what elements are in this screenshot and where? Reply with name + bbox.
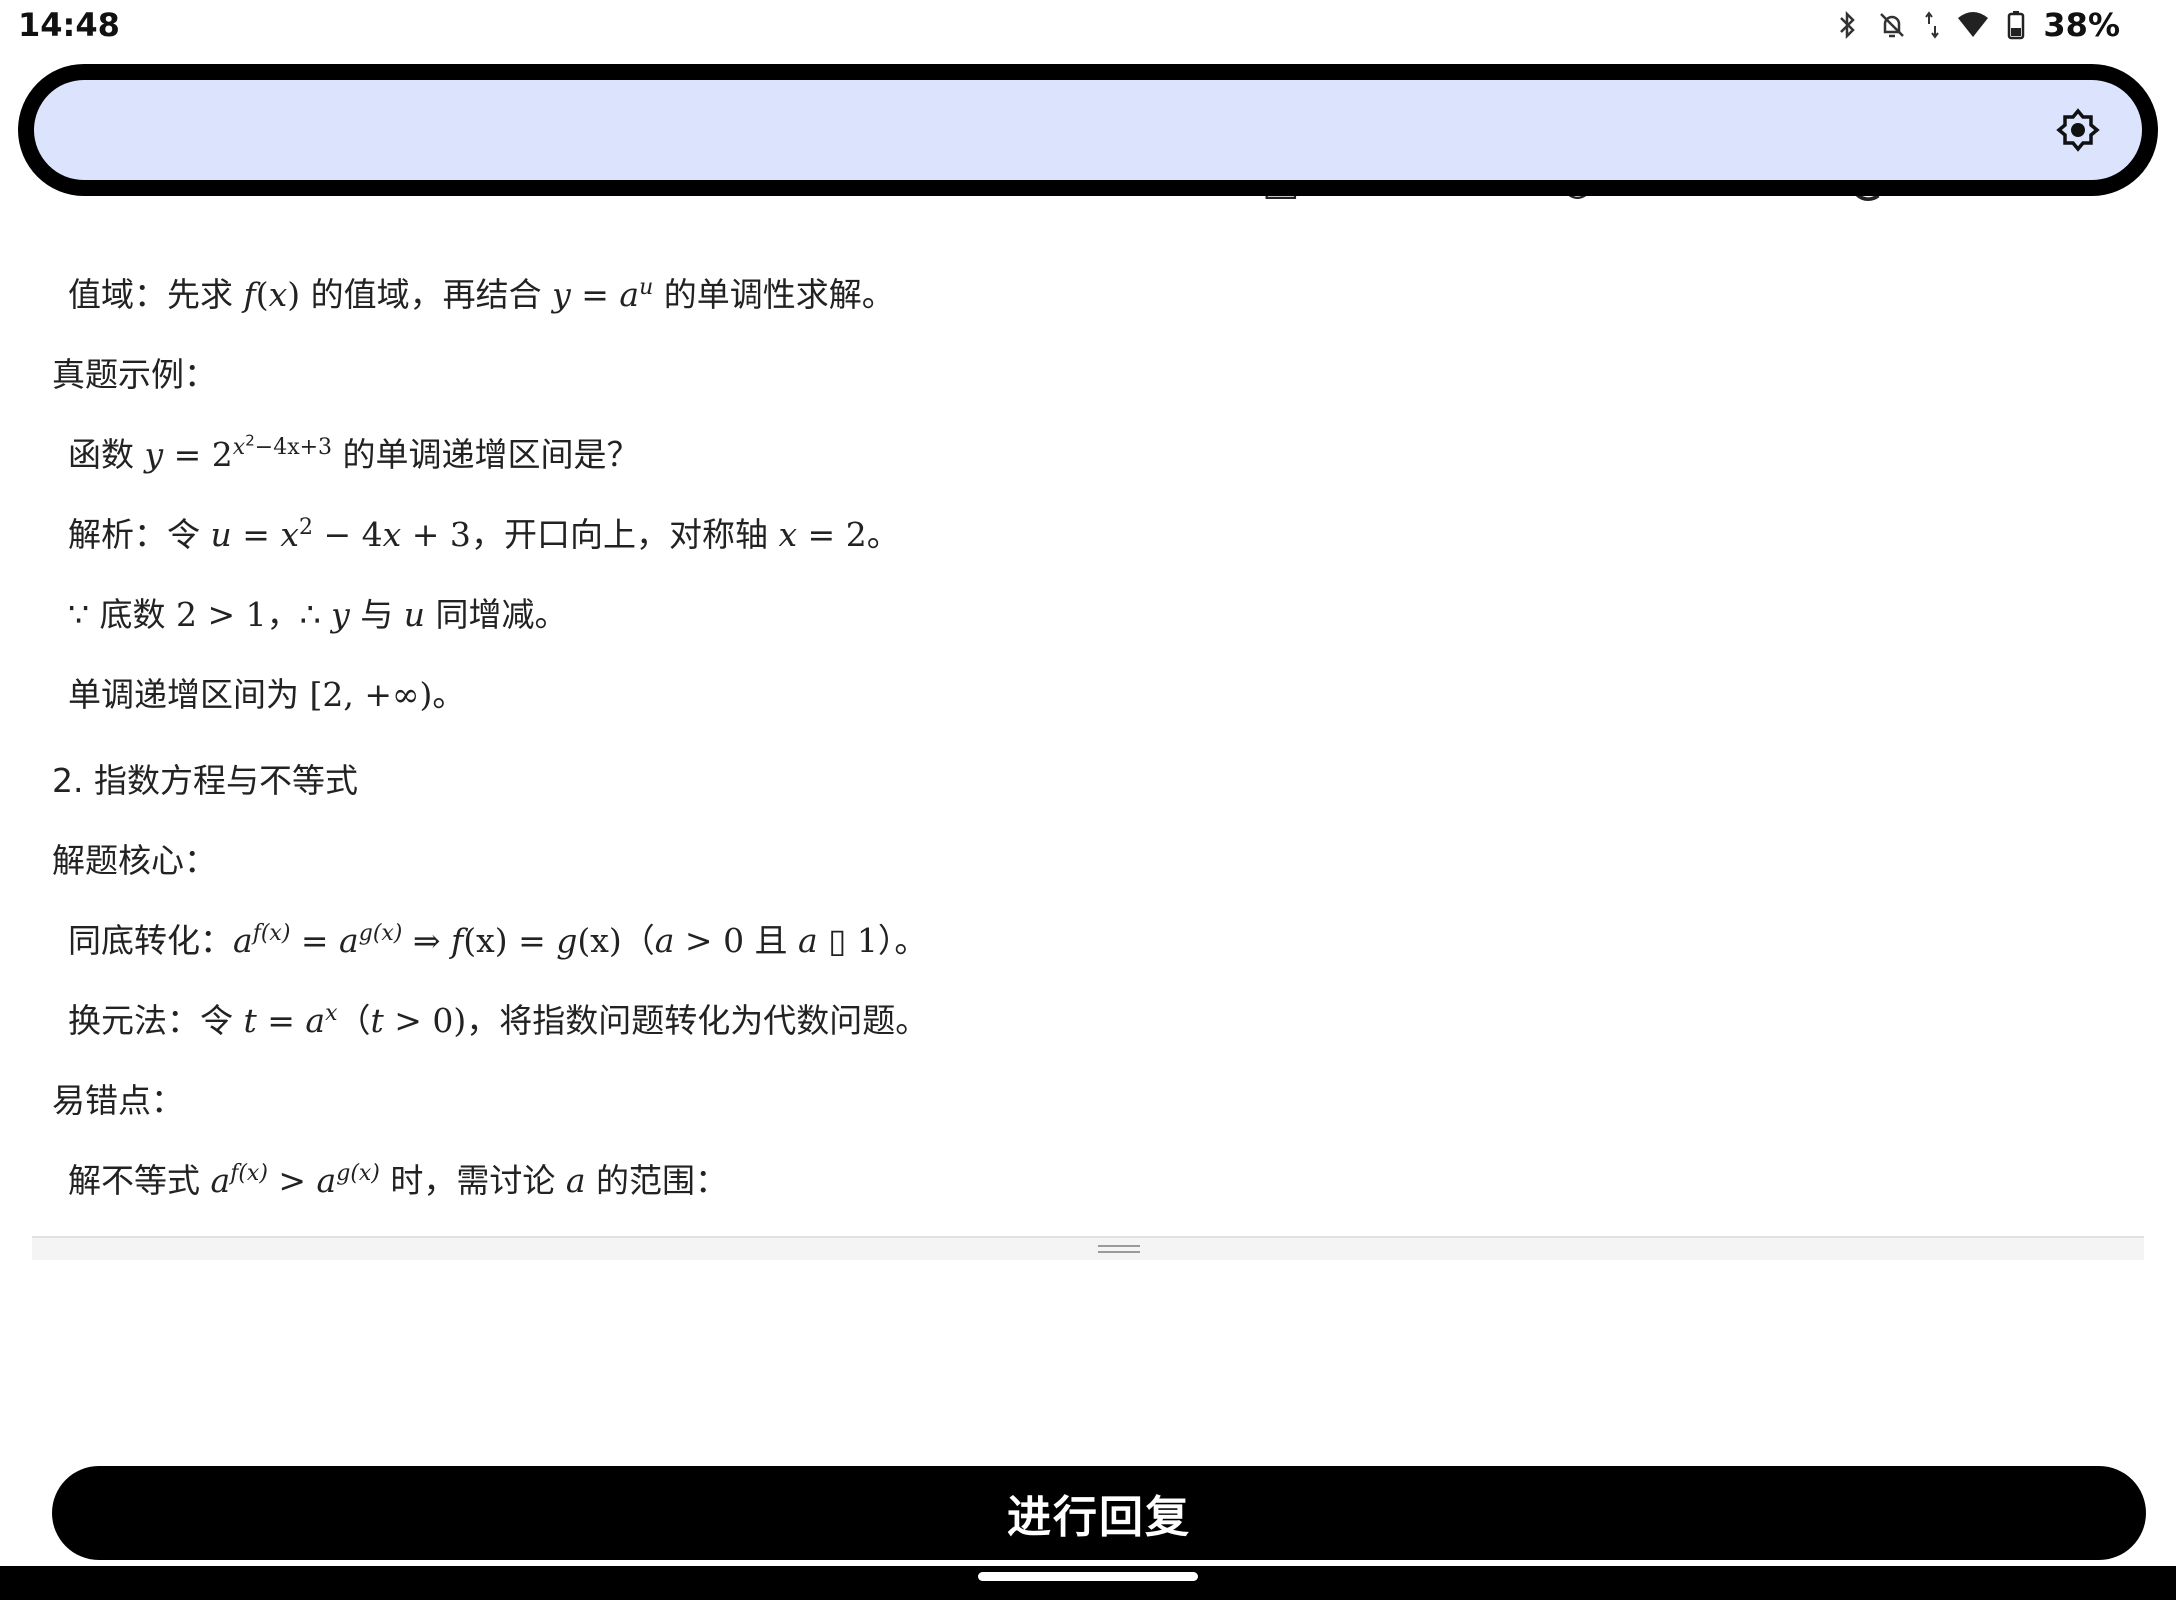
floating-banner <box>18 64 2158 196</box>
content-line-interval: 单调递增区间为 [2, +∞)。 <box>68 675 466 714</box>
reply-button[interactable]: 进行回复 <box>52 1466 2146 1560</box>
content-line-question: 函数 y = 2x2−4x+3 的单调递增区间是？ <box>68 431 640 474</box>
navigation-bar <box>0 1566 2176 1600</box>
banner-surface[interactable] <box>34 80 2142 180</box>
home-gesture-pill[interactable] <box>978 1572 1198 1581</box>
content-line-same-base: 同底转化：af(x) = ag(x) ⇒ f(x) = g(x)（a > 0 且… <box>68 921 928 960</box>
status-time: 14:48 <box>18 6 120 44</box>
content-line-substitution: 换元法：令 t = ax（t > 0)，将指数问题转化为代数问题。 <box>68 1001 929 1040</box>
battery-icon <box>2008 11 2025 40</box>
data-arrows-icon <box>1925 11 1940 39</box>
resize-divider[interactable] <box>32 1236 2144 1260</box>
drag-handle-icon[interactable] <box>1098 1245 1140 1253</box>
wifi-icon <box>1958 12 1989 37</box>
notifications-off-icon <box>1880 13 1905 38</box>
content-line-analysis: 解析：令 u = x2 − 4x + 3，开口向上，对称轴 x = 2。 <box>68 515 900 554</box>
section-label-core: 解题核心： <box>52 841 217 880</box>
section-label-examples: 真题示例： <box>52 355 217 394</box>
status-icons: 38% <box>1837 6 2120 44</box>
content-line-inequality: 解不等式 af(x) > ag(x) 时，需讨论 a 的范围： <box>68 1161 729 1200</box>
content-line-base: ∵ 底数 2 > 1，∴ y 与 u 同增减。 <box>68 595 568 634</box>
battery-percentage: 38% <box>2043 6 2120 44</box>
content-line-range: 值域：先求 f(x) 的值域，再结合 y = au 的单调性求解。 <box>68 275 895 314</box>
brightness-icon[interactable] <box>2056 108 2100 152</box>
bluetooth-icon <box>1840 10 1856 40</box>
status-bar: 14:48 38% <box>0 0 2176 52</box>
section-label-pitfalls: 易错点： <box>52 1081 184 1120</box>
section-heading-equations: 2. 指数方程与不等式 <box>52 761 358 800</box>
